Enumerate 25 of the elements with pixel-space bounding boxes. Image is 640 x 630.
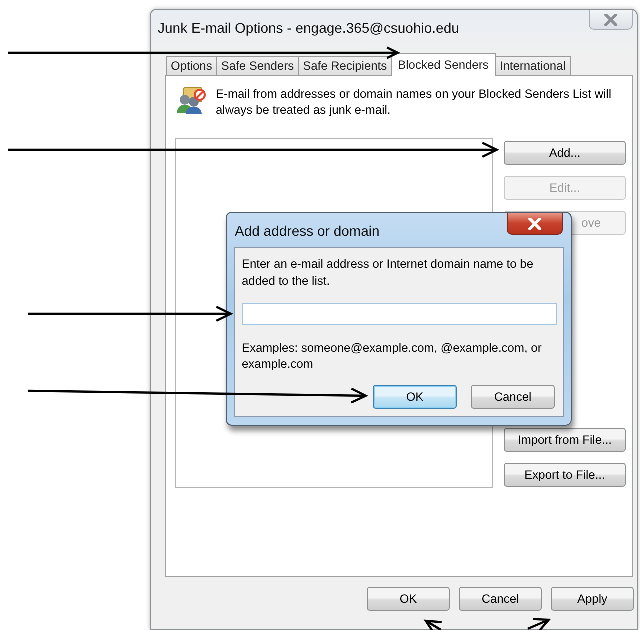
close-icon [528, 218, 542, 230]
tab[interactable]: Options [166, 56, 218, 75]
tab[interactable]: International [494, 56, 571, 75]
footer-button[interactable]: Cancel [459, 587, 542, 611]
footer-button[interactable]: Apply [551, 587, 634, 611]
annotation-arrow [424, 620, 443, 630]
tab[interactable]: Blocked Senders [391, 53, 496, 76]
dialog-button[interactable]: OK [373, 385, 457, 409]
people-icon [176, 86, 206, 114]
tab[interactable]: Safe Recipients [298, 56, 392, 75]
dialog-title: Add address or domain [235, 223, 380, 239]
dialog-button[interactable]: Cancel [471, 385, 555, 409]
description-text: E-mail from addresses or domain names on your Blocked Senders List will always be treated as junk e-mail. [216, 86, 613, 118]
address-input-field[interactable] [242, 303, 557, 325]
prompt-text: Enter an e-mail address or Internet domain name to be added to the list. [242, 256, 534, 290]
examples-text: Examples: someone@example.com, @example.com, or example.com [242, 340, 543, 372]
close-icon [604, 14, 618, 26]
close-button[interactable] [507, 213, 563, 235]
tab[interactable]: Safe Senders [216, 56, 300, 75]
list-button[interactable]: Import from File... [504, 428, 626, 452]
footer-button[interactable]: OK [367, 587, 450, 611]
window-title: Junk E-mail Options - engage.365@csuohio.edu [158, 20, 460, 36]
list-button[interactable]: Add... [504, 141, 626, 165]
list-button[interactable]: Export to File... [504, 463, 626, 487]
annotation-arrow [526, 618, 552, 630]
